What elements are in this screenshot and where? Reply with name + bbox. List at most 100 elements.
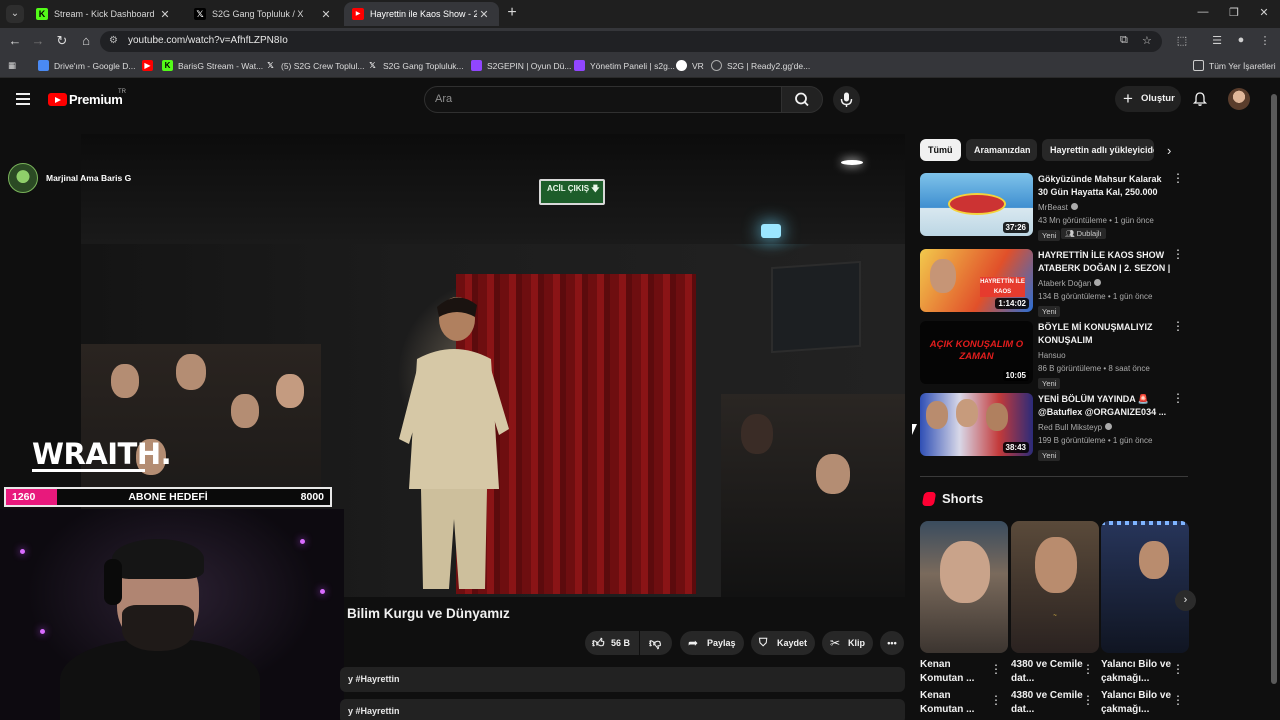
bookmark-drive[interactable]: Drive'ım - Google D... <box>38 60 135 71</box>
short-title[interactable]: Kenan Komutan ... <box>920 658 994 686</box>
profile-icon[interactable]: ● <box>1234 34 1248 46</box>
recommendation-item[interactable]: AÇIK KONUŞALIM O ZAMAN 10:05 BÖYLE Mİ KO… <box>920 320 1184 389</box>
scrollbar-thumb[interactable] <box>1271 94 1277 684</box>
youtube-logo-icon[interactable] <box>48 93 67 106</box>
bookmark-s2g-crew[interactable]: 𝕏 (5) S2G Crew Toplul... <box>265 60 364 71</box>
minimize-icon[interactable]: — <box>1196 6 1210 18</box>
short-thumbnail[interactable]: ~ <box>1011 521 1099 653</box>
create-label: Oluştur <box>1141 93 1175 104</box>
notifications-bell-icon[interactable] <box>1192 91 1208 107</box>
bookmark-icon: ⛉ <box>759 637 768 649</box>
tab-youtube-active[interactable]: ▶ Hayrettin ile Kaos Show - 2.Sezon ✕ <box>344 2 499 26</box>
tab-search-button[interactable]: ⌄ <box>6 5 24 23</box>
short-title[interactable]: 4380 ve Cemile dat... <box>1011 689 1085 717</box>
restore-icon[interactable]: ❐ <box>1227 6 1241 19</box>
tab-kick-dashboard[interactable]: K Stream - Kick Dashboard ✕ <box>28 2 180 26</box>
youtube-icon: ▶ <box>352 8 364 20</box>
more-vertical-icon[interactable]: ⋮ <box>1172 248 1184 260</box>
short-title[interactable]: Yalancı Bilo ve çakmağı... <box>1101 689 1175 717</box>
bookmark-s2gepin[interactable]: S2GEPIN | Oyun Dü... <box>471 60 571 71</box>
more-vertical-icon[interactable]: ⋮ <box>1172 662 1184 676</box>
apps-grid-icon[interactable]: ▦ <box>8 60 16 71</box>
bookmark-vr[interactable]: VR <box>676 60 704 71</box>
channel-name[interactable]: Red Bull Mikstеyp <box>1038 423 1113 432</box>
recommendation-item[interactable]: 37:26 Gökyüzünde Mahsur Kalarak 30 Gün H… <box>920 172 1184 241</box>
chip-from-search[interactable]: Aramanızdan <box>966 139 1037 161</box>
video-thumbnail[interactable]: 37:26 <box>920 173 1033 236</box>
more-vertical-icon[interactable]: ⋮ <box>1172 172 1184 184</box>
site-info-icon[interactable]: ⚙ <box>109 35 118 46</box>
extensions-icon[interactable]: ⬚ <box>1175 34 1189 47</box>
chevron-right-icon[interactable]: › <box>1167 143 1171 158</box>
bookmark-barisg-kick[interactable]: K BarisG Stream - Wat... <box>162 60 263 71</box>
search-icon <box>795 92 809 107</box>
video-thumbnail[interactable]: AÇIK KONUŞALIM O ZAMAN 10:05 <box>920 321 1033 384</box>
install-app-icon[interactable]: ⧉ <box>1120 34 1128 47</box>
guide-menu-icon[interactable] <box>16 93 30 105</box>
channel-name[interactable]: MrBeast <box>1038 203 1078 212</box>
description-hashtag-row[interactable]: y #Hayrettin <box>340 699 905 720</box>
new-tab-button[interactable]: + <box>505 5 519 21</box>
bookmark-barisg[interactable]: ▶ <box>142 60 158 71</box>
video-thumbnail[interactable]: HAYRETTİN İLE KAOS 1:14:02 <box>920 249 1033 312</box>
more-vertical-icon[interactable]: ⋮ <box>1172 320 1184 332</box>
back-icon[interactable]: ← <box>7 33 23 49</box>
close-tab-icon[interactable]: ✕ <box>477 8 491 21</box>
audience-right <box>721 394 905 597</box>
video-thumbnail[interactable]: 38:43 <box>920 393 1033 456</box>
short-thumbnail[interactable] <box>920 521 1008 653</box>
short-title[interactable]: 4380 ve Cemile dat... <box>1011 658 1085 686</box>
more-vertical-icon[interactable]: ⋮ <box>1172 392 1184 404</box>
stage-lights <box>1101 521 1189 525</box>
video-duration: 1:14:02 <box>995 298 1029 309</box>
create-button[interactable]: + Oluştur <box>1115 86 1181 112</box>
search-input[interactable] <box>435 93 765 105</box>
page-scrollbar[interactable] <box>1268 80 1280 720</box>
reload-icon[interactable]: ↻ <box>54 33 70 49</box>
comedian-figure <box>399 297 509 589</box>
like-button[interactable]: 👍︎ 56 B <box>585 631 639 655</box>
clip-button[interactable]: ✂ Klip <box>822 631 873 655</box>
more-vertical-icon[interactable]: ⋮ <box>990 662 1002 676</box>
channel-name[interactable]: Hansuo <box>1038 351 1066 360</box>
more-vertical-icon[interactable]: ⋮ <box>1082 662 1094 676</box>
youtube-icon: ▶ <box>142 60 153 71</box>
description-hashtag-row[interactable]: y #Hayrettin <box>340 667 905 692</box>
browser-menu-icon[interactable]: ⋮ <box>1258 34 1272 47</box>
youtube-premium-logo[interactable]: Premium <box>69 92 123 107</box>
bookmark-s2g-gang[interactable]: 𝕏 S2G Gang Topluluk... <box>367 60 463 71</box>
more-vertical-icon[interactable]: ⋮ <box>990 693 1002 707</box>
account-avatar[interactable] <box>1228 88 1250 110</box>
bookmark-yonetim[interactable]: Yönetim Paneli | s2g... <box>574 60 675 71</box>
bookmark-ready2gg[interactable]: S2G | Ready2.gg'de... <box>711 60 810 71</box>
close-window-icon[interactable]: ✕ <box>1257 6 1271 19</box>
short-title[interactable]: Yalancı Bilo ve çakmağı... <box>1101 658 1175 686</box>
search-button[interactable] <box>781 86 823 113</box>
short-thumbnail[interactable] <box>1101 521 1189 653</box>
bookmark-star-icon[interactable]: ☆ <box>1142 34 1152 47</box>
close-tab-icon[interactable]: ✕ <box>158 8 172 21</box>
close-tab-icon[interactable]: ✕ <box>319 8 333 21</box>
address-bar[interactable]: ⚙ youtube.com/watch?v=AfhfLZPN8Io ⧉ ☆ <box>100 31 1162 52</box>
drive-icon <box>38 60 49 71</box>
forward-icon[interactable]: → <box>30 33 46 49</box>
recommendation-item[interactable]: HAYRETTİN İLE KAOS 1:14:02 HAYRETTİN İLE… <box>920 248 1184 317</box>
channel-name[interactable]: Ataberk Doğan <box>1038 279 1102 288</box>
short-title[interactable]: Kenan Komutan ... <box>920 689 994 717</box>
home-icon[interactable]: ⌂ <box>78 33 94 49</box>
chip-all[interactable]: Tümü <box>920 139 961 161</box>
save-button[interactable]: ⛉ Kaydet <box>751 631 815 655</box>
chip-from-uploader[interactable]: Hayrettin adlı yükleyiciden <box>1042 139 1154 161</box>
shorts-next-icon[interactable]: › <box>1175 590 1196 611</box>
thumbs-down-icon: 👎︎ <box>649 636 662 650</box>
all-bookmarks-folder[interactable]: Tüm Yer İşaretleri <box>1193 60 1276 71</box>
more-actions-button[interactable]: ••• <box>880 631 904 655</box>
voice-search-button[interactable] <box>833 86 860 113</box>
tab-search-icon[interactable]: ☰ <box>1210 34 1224 47</box>
share-button[interactable]: ➦ Paylaş <box>680 631 744 655</box>
tab-s2g-x[interactable]: 𝕏 S2G Gang Topluluk / X ✕ <box>186 2 341 26</box>
dislike-button[interactable]: 👎︎ <box>640 631 672 655</box>
more-vertical-icon[interactable]: ⋮ <box>1172 693 1184 707</box>
more-vertical-icon[interactable]: ⋮ <box>1082 693 1094 707</box>
recommendation-item[interactable]: 38:43 YENİ BÖLÜM YAYINDA 🚨 @Batuflex @OR… <box>920 392 1184 461</box>
